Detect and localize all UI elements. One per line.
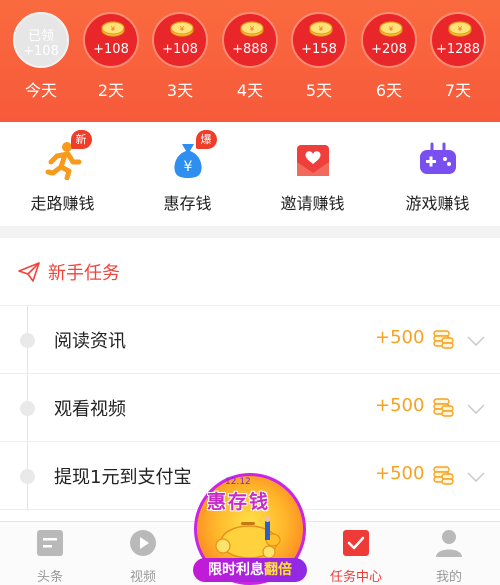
checkin-day-label: 7天 [444,81,472,100]
checkin-amount: +888 [232,42,268,57]
play-icon [130,530,156,556]
checkin-day-2[interactable]: ¥ +108 2天 [82,12,140,101]
task-name: 提现1元到支付宝 [54,467,192,488]
checkin-amount: +208 [371,42,407,57]
quick-action-label: 惠存钱 [163,194,212,213]
quick-actions: 新 走路赚钱 ¥ 爆 惠存钱 邀请赚钱 游戏赚钱 [0,122,500,226]
checkin-amount: +108 [23,44,59,59]
ribbon-highlight: 翻倍 [264,562,292,578]
piggy-bank-icon [215,516,281,559]
tab-label: 头条 [36,570,63,585]
save-money-promo-bubble[interactable]: 12.12 惠存钱 限时利息翻倍 [191,470,309,585]
save-money-button[interactable]: ¥ 爆 惠存钱 [125,130,250,214]
promo-date: 12.12 [225,477,251,487]
promo-title: 惠存钱 [207,491,271,513]
chevron-down-icon[interactable] [467,336,485,346]
quick-action-icon-wrap [418,140,458,180]
task-reward: +500 [375,463,425,484]
svg-text:¥: ¥ [319,25,324,33]
gold-coins-icon: ¥ [101,21,125,37]
svg-text:¥: ¥ [183,159,192,175]
tab-label: 视频 [129,570,156,585]
timeline-dot [20,333,35,348]
coin-stack-icon [433,466,454,485]
svg-text:¥: ¥ [250,25,255,33]
user-icon [436,530,462,557]
tab-label: 我的 [435,570,462,585]
checkin-circle: ¥ +158 [291,12,347,68]
gold-coins-icon: ¥ [240,21,264,37]
checkin-day-1[interactable]: 已领 +108 今天 [12,12,70,101]
checkin-day-label: 4天 [236,81,264,100]
checkin-day-3[interactable]: ¥ +108 3天 [151,12,209,101]
ribbon-prefix: 限时利息 [208,562,264,578]
task-reward: +500 [375,327,425,348]
paper-plane-icon [18,261,40,282]
checkin-strip: 已领 +108 今天 ¥ +108 2天 ¥ +108 3天 ¥ +888 4天… [0,0,500,122]
tab-mine[interactable]: 我的 [409,528,489,585]
quick-action-label: 邀请赚钱 [280,194,345,213]
coin-stack-icon [433,398,454,417]
gold-coins-icon: ¥ [170,21,194,37]
checkin-day-label: 5天 [305,81,333,100]
quick-action-icon-wrap: 新 [43,130,92,181]
walk-earn-button[interactable]: 新 走路赚钱 [0,130,125,214]
quick-action-label: 走路赚钱 [30,194,95,213]
svg-text:¥: ¥ [389,25,394,33]
checkin-day-4[interactable]: ¥ +888 4天 [221,12,279,101]
task-row-read-news[interactable]: 阅读资讯 +500 [0,306,500,374]
task-name: 阅读资讯 [54,331,126,352]
coin-stack-icon [433,330,454,349]
task-row-watch-video[interactable]: 观看视频 +500 [0,374,500,442]
task-check-icon [343,530,369,556]
invite-envelope-icon [296,145,329,176]
checkin-day-5[interactable]: ¥ +158 5天 [290,12,348,101]
checkin-day-label: 今天 [24,81,57,100]
section-header: 新手任务 [0,238,500,306]
tab-video[interactable]: 视频 [103,528,183,585]
svg-text:¥: ¥ [111,25,116,33]
checkin-amount: +108 [93,42,129,57]
checkin-amount: +108 [162,42,198,57]
timeline-dot [20,469,35,484]
quick-action-label: 游戏赚钱 [405,194,470,213]
hot-badge: 爆 [195,130,217,149]
claimed-status: 已领 [27,29,54,44]
new-badge: 新 [70,130,92,149]
checkin-amount: +1288 [436,42,480,57]
game-earn-button[interactable]: 游戏赚钱 [375,140,500,214]
chevron-down-icon[interactable] [467,472,485,482]
invite-earn-button[interactable]: 邀请赚钱 [250,140,375,214]
chevron-down-icon[interactable] [467,404,485,414]
tab-task-center[interactable]: 任务中心 [316,528,396,585]
task-reward: +500 [375,395,425,416]
section-title: 新手任务 [48,262,120,284]
promo-ribbon: 限时利息翻倍 [193,558,307,582]
svg-text:¥: ¥ [458,25,463,33]
timeline-dot [20,401,35,416]
checkin-day-label: 3天 [166,81,194,100]
checkin-day-6[interactable]: ¥ +208 6天 [360,12,418,101]
gold-coins-icon: ¥ [379,21,403,37]
tab-label: 任务中心 [329,570,382,585]
checkin-circle: ¥ +108 [152,12,208,68]
checkin-circle: ¥ +208 [361,12,417,68]
checkin-circle: ¥ +1288 [430,12,486,68]
checkin-day-label: 2天 [97,81,125,100]
quick-action-icon-wrap: ¥ 爆 [168,130,217,180]
gold-coins-icon: ¥ [309,21,333,37]
checkin-day-label: 6天 [375,81,403,100]
svg-text:¥: ¥ [180,25,185,33]
gold-coins-icon: ¥ [448,21,472,37]
quick-action-icon-wrap [293,140,333,180]
task-name: 观看视频 [54,399,126,420]
news-icon [37,530,63,556]
checkin-amount: +158 [301,42,337,57]
checkin-circle: ¥ +108 [83,12,139,68]
gamepad-icon [419,142,456,174]
checkin-circle: ¥ +888 [222,12,278,68]
tab-headlines[interactable]: 头条 [10,528,90,585]
checkin-circle-claimed: 已领 +108 [13,12,69,68]
checkin-day-7[interactable]: ¥ +1288 7天 [429,12,487,101]
